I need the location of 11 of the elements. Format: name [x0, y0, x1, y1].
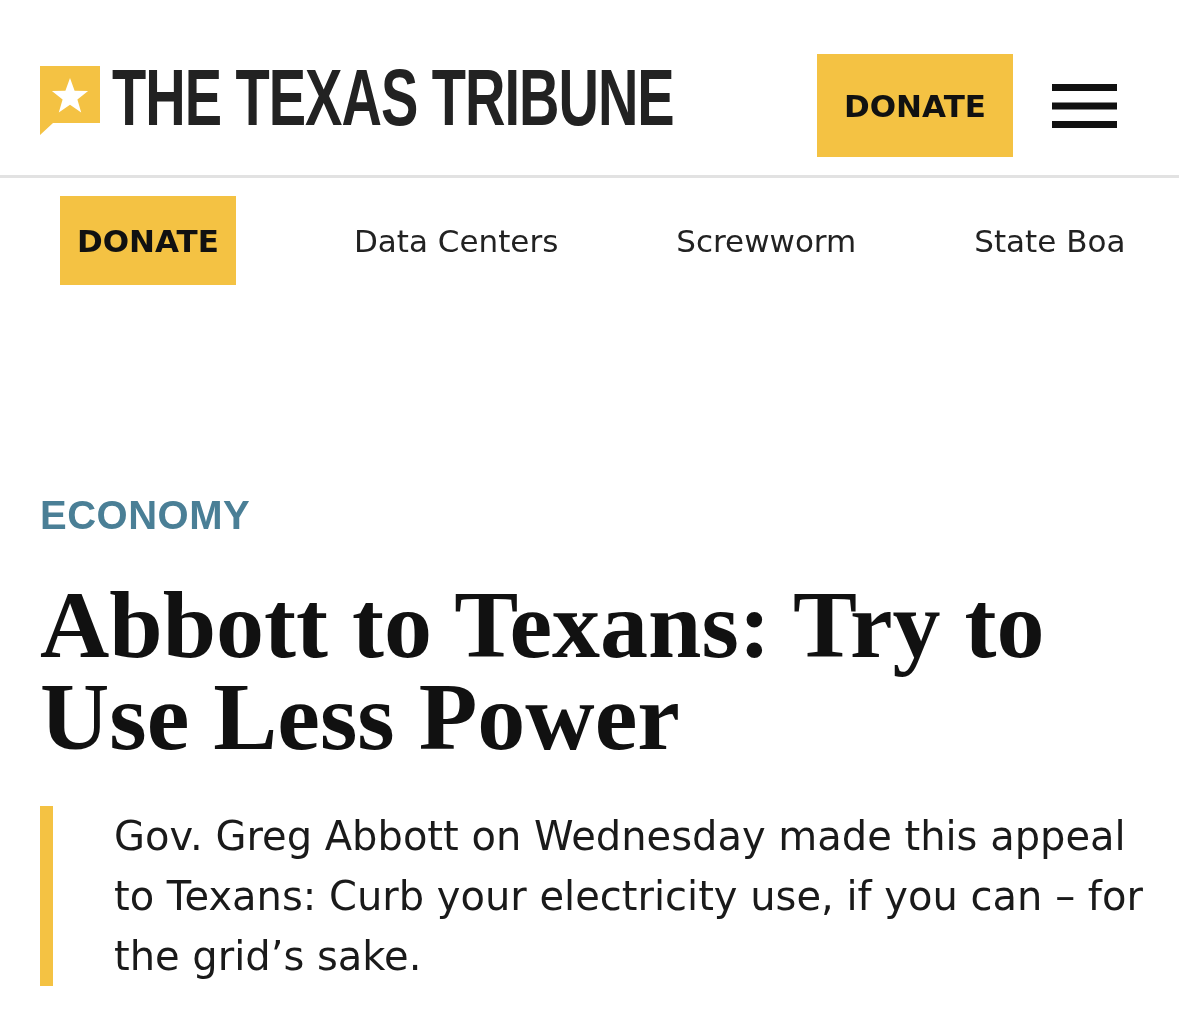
donate-button[interactable]: DONATE — [60, 196, 236, 285]
star-logo-icon[interactable] — [40, 66, 100, 135]
donate-button[interactable]: DONATE — [817, 54, 1013, 157]
nav-link[interactable]: Screwworm — [676, 222, 857, 259]
article-summary: Gov. Greg Abbott on Wednesday made this appeal to Texans: Curb your electricity use, if you can – for the grid’s sake. — [114, 812, 1144, 981]
nav-link[interactable]: Data Centers — [353, 222, 559, 259]
menu-icon[interactable] — [1052, 83, 1117, 128]
nav-link[interactable]: State Boa — [974, 222, 1126, 259]
headline: Abbott to Texans: Try to Use Less Power — [40, 579, 1046, 763]
section-link[interactable]: ECONOMY — [40, 491, 251, 539]
logo-wordmark[interactable]: THE TEXAS TRIBUNE — [112, 66, 674, 129]
